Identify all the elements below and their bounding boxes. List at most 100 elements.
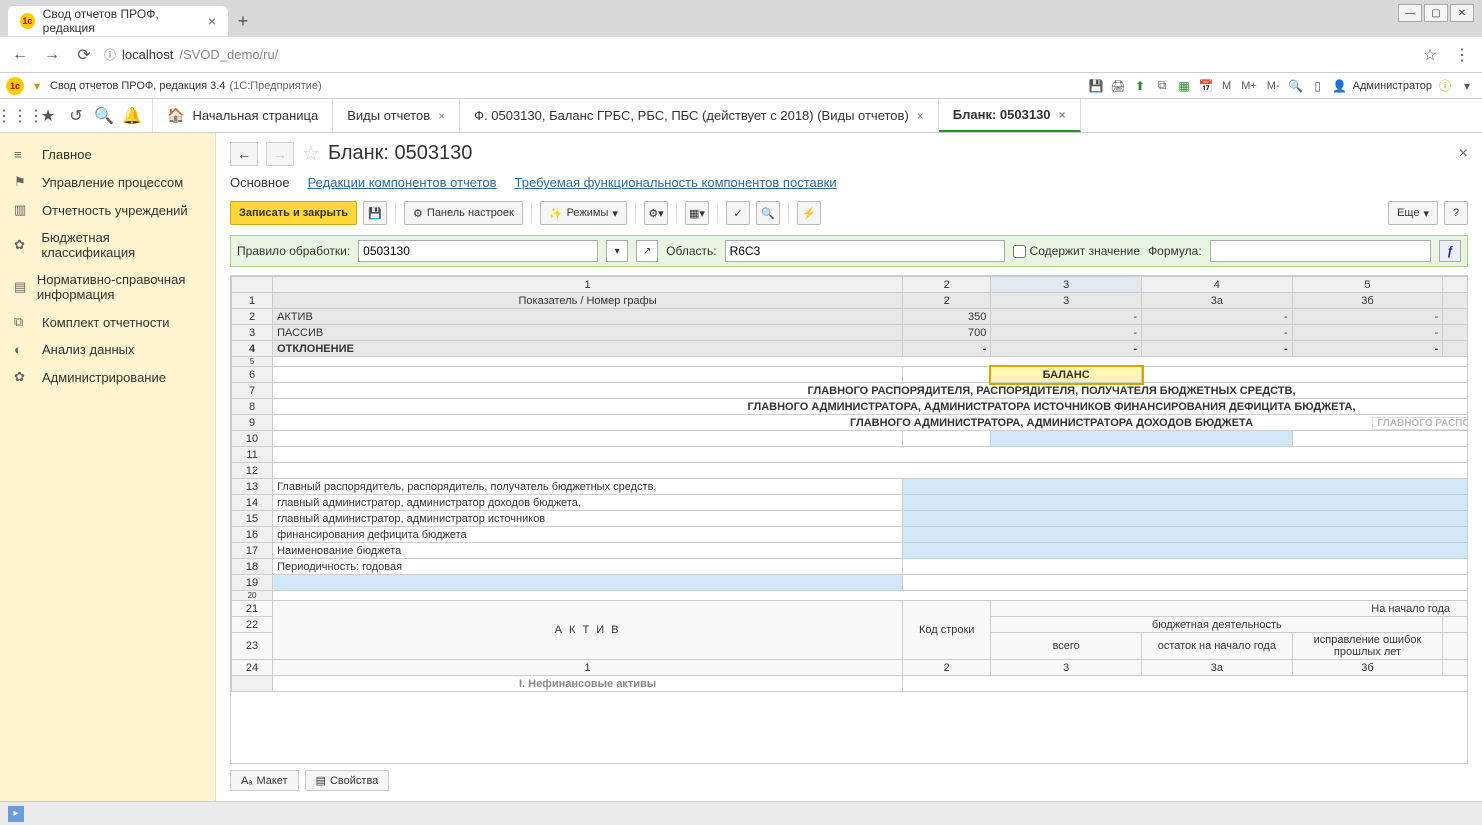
- area-input[interactable]: [725, 240, 1005, 262]
- spreadsheet-grid[interactable]: 1 2 3 4 5 6 7 8 1 Показатель / Номер гра…: [230, 275, 1468, 764]
- help-button[interactable]: ?: [1444, 201, 1468, 225]
- address-bar[interactable]: ⓘ localhost/SVOD_demo/ru/: [104, 46, 1410, 63]
- status-bar: ▸: [0, 801, 1482, 825]
- zoom-icon[interactable]: 🔍: [1287, 77, 1305, 95]
- bell-icon[interactable]: 🔔: [120, 104, 144, 128]
- selected-cell[interactable]: БАЛАНС: [991, 367, 1142, 383]
- favorite-star-icon[interactable]: ☆: [302, 141, 320, 166]
- properties-tab[interactable]: ▤Свойства: [305, 770, 390, 791]
- list-icon: ≡: [14, 147, 32, 162]
- user-label[interactable]: Администратор: [1353, 80, 1432, 92]
- dropdown2-icon[interactable]: ▾: [1458, 77, 1476, 95]
- apps-icon[interactable]: ⋮⋮⋮: [8, 104, 32, 128]
- star-icon[interactable]: ☆: [1418, 43, 1442, 67]
- nav-tab-blank[interactable]: Бланк: 0503130 ×: [939, 99, 1081, 132]
- save-button[interactable]: 💾: [363, 201, 387, 225]
- favicon-1c-icon: 1c: [20, 13, 35, 29]
- tool2-button[interactable]: ▦▾: [685, 201, 709, 225]
- url-path: /SVOD_demo/ru/: [179, 47, 278, 62]
- subtab-redactions[interactable]: Редакции компонентов отчетов: [308, 172, 497, 193]
- save-close-button[interactable]: Записать и закрыть: [230, 201, 357, 225]
- m-plus-button[interactable]: M+: [1238, 80, 1260, 92]
- info-icon: ⓘ: [104, 46, 116, 63]
- rule-open-button[interactable]: ↗: [636, 240, 658, 262]
- tool5-button[interactable]: ⚡: [797, 201, 821, 225]
- fx-button[interactable]: ƒ: [1439, 240, 1461, 262]
- tab-close-icon[interactable]: ×: [208, 13, 216, 29]
- search-icon[interactable]: 🔍: [92, 104, 116, 128]
- tool4-button[interactable]: 🔍: [756, 201, 780, 225]
- sidebar-item-main[interactable]: ≡Главное: [0, 141, 215, 168]
- contains-checkbox[interactable]: [1013, 245, 1026, 258]
- menu-icon[interactable]: ⋮: [1450, 43, 1474, 67]
- close-icon[interactable]: ×: [917, 109, 924, 123]
- minimize-button[interactable]: —: [1398, 4, 1422, 22]
- rule-input[interactable]: [358, 240, 598, 262]
- window-controls: — ▢ ✕: [1398, 4, 1474, 22]
- maximize-button[interactable]: ▢: [1424, 4, 1448, 22]
- rule-select-button[interactable]: ▾: [606, 240, 628, 262]
- modes-button[interactable]: ✨Режимы▾: [540, 201, 627, 225]
- close-icon[interactable]: ×: [1059, 108, 1066, 122]
- nav-tab-form[interactable]: Ф. 0503130, Баланс ГРБС, РБС, ПБС (дейст…: [460, 99, 939, 132]
- onec-logo-icon: 1c: [6, 77, 24, 95]
- props-icon: ▤: [316, 774, 326, 787]
- platform-label: (1С:Предприятие): [229, 80, 321, 92]
- nav-tab-report-types[interactable]: Виды отчетов ×: [333, 99, 460, 132]
- back-arrow-button[interactable]: ←: [230, 142, 258, 166]
- gear-icon: ✿: [14, 369, 32, 385]
- tool1-button[interactable]: ⚙▾: [644, 201, 668, 225]
- window-icon[interactable]: ▯: [1309, 77, 1327, 95]
- new-tab-button[interactable]: +: [228, 6, 258, 36]
- status-icon[interactable]: ▸: [8, 806, 24, 822]
- contains-label: Содержит значение: [1030, 244, 1140, 258]
- tool3-button[interactable]: ✓: [726, 201, 750, 225]
- doc-icon: ▥: [14, 202, 32, 218]
- calendar-icon[interactable]: 📅: [1197, 77, 1215, 95]
- sidebar-item-admin[interactable]: ✿Администрирование: [0, 363, 215, 391]
- nav-tab-home[interactable]: 🏠 Начальная страница: [153, 99, 333, 132]
- flag-icon: ⚑: [14, 174, 32, 190]
- sidebar-item-set[interactable]: ⧉Комплект отчетности: [0, 308, 215, 336]
- area-label: Область:: [666, 244, 716, 258]
- dropdown-icon[interactable]: ▾: [28, 77, 46, 95]
- wand-icon: ✨: [549, 207, 563, 220]
- emblem-icon: ✿: [14, 237, 31, 253]
- m-button[interactable]: M: [1219, 80, 1234, 92]
- page-title: Бланк: 0503130: [328, 142, 472, 165]
- user-icon: 👤: [1331, 77, 1349, 95]
- copy-icon[interactable]: ⧉: [1153, 77, 1171, 95]
- history-icon[interactable]: ↺: [64, 104, 88, 128]
- close-window-button[interactable]: ✕: [1450, 4, 1474, 22]
- forward-arrow-button[interactable]: →: [266, 142, 294, 166]
- sidebar-item-budget[interactable]: ✿Бюджетная классификация: [0, 224, 215, 266]
- formula-input[interactable]: [1210, 240, 1431, 262]
- sidebar-item-analysis[interactable]: ◐Анализ данных: [0, 336, 215, 363]
- subtab-main[interactable]: Основное: [230, 172, 290, 193]
- print-icon[interactable]: 🖨: [1109, 77, 1127, 95]
- layout-icon: Aₐ: [241, 775, 252, 787]
- favorites-icon[interactable]: ★: [36, 104, 60, 128]
- browser-tab[interactable]: 1c Свод отчетов ПРОФ, редакция ×: [8, 6, 228, 36]
- sidebar-item-process[interactable]: ⚑Управление процессом: [0, 168, 215, 196]
- subtab-required[interactable]: Требуемая функциональность компонентов п…: [515, 172, 837, 193]
- help-icon[interactable]: ⓘ: [1436, 77, 1454, 95]
- forward-button[interactable]: →: [40, 43, 64, 67]
- back-button[interactable]: ←: [8, 43, 32, 67]
- m-minus-button[interactable]: M-: [1264, 80, 1283, 92]
- layout-tab[interactable]: AₐМакет: [230, 770, 299, 791]
- browser-tab-title: Свод отчетов ПРОФ, редакция: [43, 7, 200, 35]
- more-button[interactable]: Еще▾: [1388, 201, 1438, 225]
- formula-label: Формула:: [1148, 244, 1202, 258]
- sidebar-item-reporting[interactable]: ▥Отчетность учреждений: [0, 196, 215, 224]
- upload-icon[interactable]: ⬆: [1131, 77, 1149, 95]
- reload-button[interactable]: ⟳: [72, 43, 96, 67]
- close-page-button[interactable]: ×: [1459, 145, 1468, 163]
- close-icon[interactable]: ×: [438, 109, 445, 123]
- grid-icon[interactable]: ▦: [1175, 77, 1193, 95]
- sidebar: ≡Главное ⚑Управление процессом ▥Отчетнос…: [0, 133, 216, 801]
- url-host: localhost: [122, 47, 173, 62]
- save-icon[interactable]: 💾: [1087, 77, 1105, 95]
- panel-settings-button[interactable]: ⚙Панель настроек: [404, 201, 523, 225]
- sidebar-item-reference[interactable]: ▤Нормативно-справочная информация: [0, 266, 215, 308]
